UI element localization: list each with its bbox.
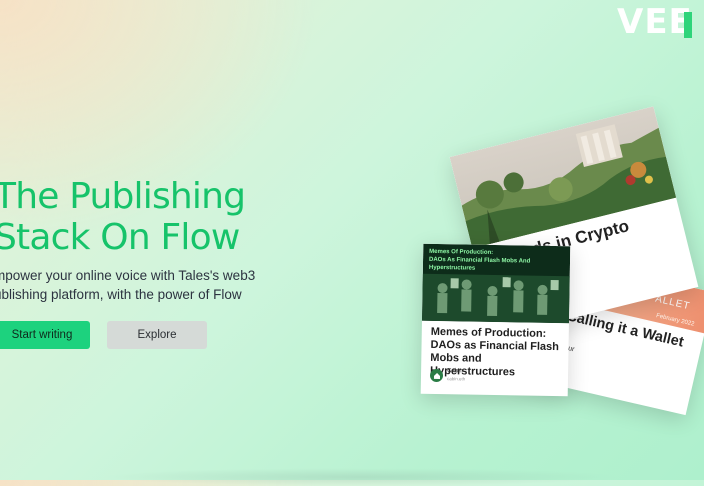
article-card-image-caption-line2: DAOs As Financial Flash Mobs And Hyperst… xyxy=(428,256,531,272)
home-icon xyxy=(433,372,440,379)
article-card-image xyxy=(449,106,677,249)
article-card-author: Cabin xyxy=(447,368,463,375)
start-writing-button[interactable]: Start writing xyxy=(0,321,90,349)
hero-subtitle-line2: ublishing platform, with the power of Fl… xyxy=(0,287,242,302)
hero-title: The Publishing Stack On Flow xyxy=(0,176,246,258)
article-card-image-caption: Memes Of Production: DAOs As Financial F… xyxy=(429,248,570,274)
hero-subtitle-line1: mpower your online voice with Tales's we… xyxy=(0,268,256,283)
author-avatar xyxy=(429,368,444,383)
article-card-memes[interactable]: Memes Of Production: DAOs As Financial F… xyxy=(420,243,571,397)
article-card-banner-date: February 2022 xyxy=(655,313,695,328)
brand-logo-text: VEE xyxy=(617,2,693,42)
article-card-author-meta: cabin.eth xyxy=(446,376,466,382)
hero-title-line1: The Publishing xyxy=(0,176,246,217)
brand-logo-mark xyxy=(684,12,692,38)
hero-title-line2: Stack On Flow xyxy=(0,217,240,258)
explore-button[interactable]: Explore xyxy=(107,321,207,349)
bottom-shadow xyxy=(100,468,620,486)
hero-subtitle: mpower your online voice with Tales's we… xyxy=(0,266,264,304)
brand-logo[interactable]: VEE xyxy=(617,2,693,42)
article-card-image-caption-line1: Memes Of Production: xyxy=(429,248,494,256)
